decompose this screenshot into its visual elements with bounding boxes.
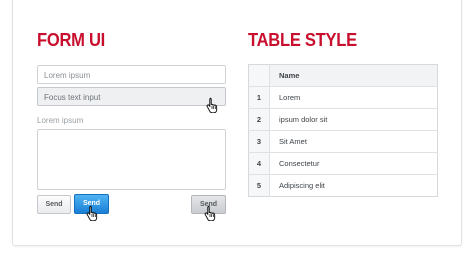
row-number: 2 xyxy=(248,108,270,131)
table-row: 4 Consectetur xyxy=(248,152,438,175)
column-header-number xyxy=(248,64,270,87)
table-row: 3 Sit Amet xyxy=(248,130,438,153)
table-row: 2 ipsum dolor sit xyxy=(248,108,438,131)
field-label: Lorem ipsum xyxy=(37,116,84,125)
hand-cursor-icon xyxy=(204,205,216,221)
table-row: 5 Adipiscing elit xyxy=(248,174,438,197)
row-number: 5 xyxy=(248,174,270,197)
row-name: Lorem xyxy=(269,86,438,109)
row-number: 4 xyxy=(248,152,270,175)
text-input-focused[interactable]: Focus text input xyxy=(37,87,226,106)
row-name: Sit Amet xyxy=(269,130,438,153)
table-header-row: Name xyxy=(248,64,438,87)
styled-table: Name 1 Lorem 2 ipsum dolor sit 3 Sit Ame… xyxy=(248,64,438,197)
form-ui-heading: FORM UI xyxy=(37,30,105,50)
row-name: Adipiscing elit xyxy=(269,174,438,197)
textarea-field[interactable] xyxy=(37,129,226,190)
column-header-name: Name xyxy=(269,64,438,87)
text-input-placeholder[interactable]: Lorem ipsum xyxy=(37,65,226,84)
table-style-heading: TABLE STYLE xyxy=(248,30,357,50)
row-number: 1 xyxy=(248,86,270,109)
hand-cursor-icon xyxy=(206,97,218,113)
table-row: 1 Lorem xyxy=(248,86,438,109)
hand-cursor-icon xyxy=(86,205,98,221)
row-name: Consectetur xyxy=(269,152,438,175)
send-button-default[interactable]: Send xyxy=(37,195,71,214)
row-number: 3 xyxy=(248,130,270,153)
row-name: ipsum dolor sit xyxy=(269,108,438,131)
